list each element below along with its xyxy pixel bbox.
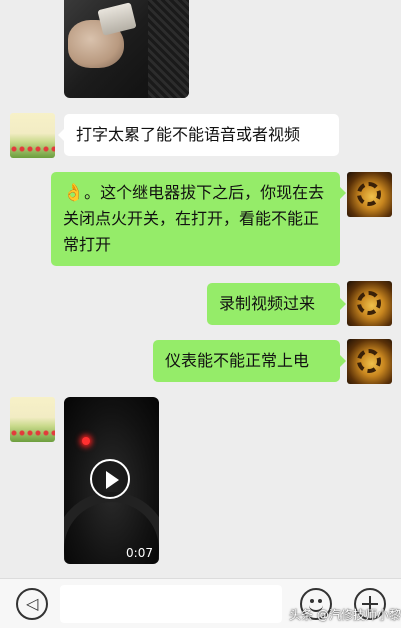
gear-icon (357, 349, 381, 373)
message-bubble-sent[interactable]: 👌。这个继电器拔下之后，你现在去关闭点火开关，在打开，看能不能正常打开 (51, 172, 346, 266)
message-input[interactable] (60, 585, 282, 623)
voice-icon[interactable]: ◁ (16, 588, 48, 620)
message-text: 。这个继电器拔下之后，你现在去关闭点火开关，在打开，看能不能正常打开 (63, 183, 325, 254)
message-bubble-sent[interactable]: 录制视频过来 (207, 283, 346, 325)
dashboard-panel-image-part (148, 0, 189, 98)
avatar-self[interactable] (347, 172, 392, 217)
avatar-flowers (10, 428, 55, 438)
gear-icon (357, 182, 381, 206)
avatar-self[interactable] (347, 339, 392, 384)
voice-glyph: ◁ (26, 594, 39, 613)
warning-light-image-part (82, 437, 90, 445)
avatar-contact[interactable] (10, 113, 55, 158)
avatar-self[interactable] (347, 281, 392, 326)
message-text: 打字太累了能不能语音或者视频 (76, 125, 301, 144)
message-text: 录制视频过来 (219, 294, 316, 313)
play-icon[interactable] (90, 459, 130, 499)
avatar-flowers (10, 144, 55, 154)
image-message[interactable] (64, 0, 189, 98)
message-bubble-received[interactable]: 打字太累了能不能语音或者视频 (58, 114, 339, 156)
avatar-contact[interactable] (10, 397, 55, 442)
watermark: 头条 @汽修技师小黎 (289, 608, 401, 622)
video-message[interactable]: 0:07 (64, 397, 159, 564)
message-text: 仪表能不能正常上电 (165, 351, 310, 370)
video-duration: 0:07 (126, 546, 153, 560)
gear-icon (357, 291, 381, 315)
relay-image-part (97, 2, 137, 36)
message-bubble-sent[interactable]: 仪表能不能正常上电 (153, 340, 346, 382)
ok-hand-emoji: 👌 (63, 183, 85, 203)
chat-area: 打字太累了能不能语音或者视频 👌。这个继电器拔下之后，你现在去关闭点火开关，在打… (0, 0, 401, 578)
